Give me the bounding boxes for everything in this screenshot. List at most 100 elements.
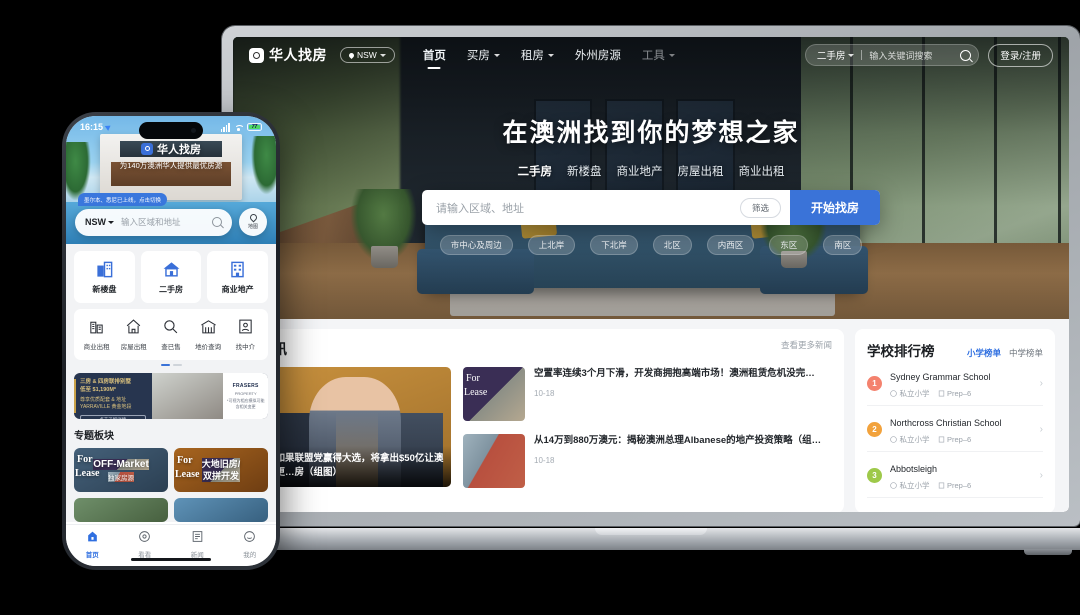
filter-button[interactable]: 筛选	[739, 197, 781, 218]
hero-tab-commercialrent[interactable]: 商业出租	[739, 163, 785, 179]
phone-device: 16:15 77 华人找房 为140万澳洲华人提供最优房源 墨尔本、悉尼已上线，…	[62, 112, 280, 570]
start-search-button[interactable]: 开始找房	[790, 190, 880, 225]
tab-profile[interactable]: 我的	[224, 529, 277, 562]
city-selector[interactable]: NSW	[340, 47, 395, 63]
news-item-date: 10-18	[534, 388, 555, 398]
hero-title: 在澳洲找到你的梦想之家	[502, 119, 800, 147]
topic-card-offmarket[interactable]: OFF-Market 独家房源	[74, 448, 168, 492]
news-more-link[interactable]: 查看更多新闻	[781, 339, 832, 351]
nav-link-rent[interactable]: 租房	[521, 47, 554, 63]
category-card-new-building[interactable]: 新楼盘	[74, 251, 135, 303]
school-name: Northcross Christian School	[890, 418, 1002, 428]
promo-brand-sub: PROPERTY	[234, 391, 257, 397]
hero-tab-secondhand[interactable]: 二手房	[518, 163, 553, 179]
quick-icon-office-rent[interactable]: 商业出租	[80, 317, 114, 354]
map-button[interactable]: 地图	[239, 208, 267, 236]
eye-icon	[119, 529, 172, 544]
search-input[interactable]: 输入关键词搜索	[869, 49, 953, 62]
region-chip[interactable]: 南区	[823, 235, 863, 255]
promo-cta-button[interactable]: 点击了解详情	[80, 414, 146, 419]
news-list-item[interactable]: 从14万到880万澳元：揭秘澳洲总理Albanese的地产投资策略（组… 10-…	[463, 434, 832, 495]
category-card-commercial[interactable]: 商业地产	[207, 251, 269, 303]
tab-home[interactable]: 首页	[66, 529, 119, 562]
topic-card-development[interactable]: 大地旧房/ 双拼开发	[174, 448, 268, 492]
featured-news-card[interactable]: ：如果联盟党赢得大选，将拿出$50亿让澳人更…房（组图）	[259, 367, 451, 487]
quick-icon-label: 查已售	[161, 344, 181, 351]
news-item-title: 空置率连续3个月下滑，开发商拥抱高端市场！澳洲租赁危机没完…	[534, 368, 815, 379]
hero-search-input[interactable]: 请输入区域、地址	[436, 200, 740, 216]
map-pin-icon	[248, 212, 258, 223]
region-chip[interactable]: 市中心及周边	[439, 235, 513, 255]
quick-icon-home-rent[interactable]: 房屋出租	[117, 317, 151, 354]
news-item-title: 从14万到880万澳元：揭秘澳洲总理Albanese的地产投资策略（组…	[534, 435, 822, 446]
phone-body: 新楼盘 二手房 商业地产 商业出租 房屋出租 查已售 地价查询 找中介 三房 &…	[66, 244, 276, 522]
topic-card-extra-1[interactable]	[74, 498, 168, 522]
news-list-item[interactable]: 空置率连续3个月下滑，开发商拥抱高端市场！澳洲租赁危机没完… 10-18	[463, 367, 832, 428]
region-chip[interactable]: 内西区	[706, 235, 755, 255]
search-icon[interactable]	[212, 217, 222, 227]
location-pin-icon	[347, 51, 356, 59]
commercial-icon	[207, 259, 268, 279]
news-list: 空置率连续3个月下滑，开发商拥抱高端市场！澳洲租赁危机没完… 10-18 从14…	[463, 367, 832, 501]
phone-search-input[interactable]: 输入区域和地址	[121, 216, 205, 228]
category-label: 商业地产	[221, 285, 254, 294]
home-rent-icon	[117, 317, 151, 336]
nav-link-interstate[interactable]: 外州房源	[575, 47, 621, 63]
featured-news-caption: ：如果联盟党赢得大选，将拿出$50亿让澳人更…房（组图）	[259, 446, 451, 487]
hero-tab-houserent[interactable]: 房屋出租	[678, 163, 724, 179]
status-indicators: 77	[220, 122, 262, 132]
chevron-right-icon: ›	[1039, 377, 1043, 389]
login-button[interactable]: 登录/注册	[988, 43, 1053, 67]
chevron-down-icon	[668, 53, 675, 57]
tab-secondary-school[interactable]: 中学榜单	[1009, 347, 1043, 359]
search-type-selector[interactable]: 二手房	[817, 48, 855, 62]
quick-icon-land-value[interactable]: 地价查询	[191, 317, 225, 354]
school-row[interactable]: 1 Sydney Grammar School 私立小学 Prep–6 ›	[867, 360, 1043, 406]
search-icon[interactable]	[960, 49, 972, 61]
city-label: NSW	[357, 50, 377, 60]
promo-banner[interactable]: 三房 & 四房联排别墅 低至 $1,190M* 尊享优质配套 & 地址 YARR…	[74, 373, 268, 419]
school-ranking-panel: 学校排行榜 小学榜单 中学榜单 1 Sydney Grammar School	[855, 329, 1055, 512]
chevron-down-icon	[848, 53, 855, 57]
topic-title: OFF-Market	[93, 458, 149, 470]
news-thumbnail	[463, 434, 525, 488]
phone-search-bar[interactable]: NSW 输入区域和地址	[75, 208, 232, 236]
map-label: 地图	[247, 224, 258, 230]
school-type-icon	[890, 390, 897, 397]
school-row[interactable]: 2 Northcross Christian School 私立小学 Prep–…	[867, 406, 1043, 452]
state-selector[interactable]: NSW	[85, 217, 114, 227]
chevron-down-icon	[493, 53, 500, 57]
home-icon	[66, 529, 119, 544]
region-chip[interactable]: 东区	[769, 235, 809, 255]
region-chip[interactable]: 北区	[652, 235, 692, 255]
screenshot-stage: 华人找房 NSW 首页 买房 租房 外州房源 工具 二手房 输入关键词搜索 登录…	[0, 0, 1080, 615]
hero-tab-commercial[interactable]: 商业地产	[617, 163, 663, 179]
tab-primary-school[interactable]: 小学榜单	[967, 347, 1001, 359]
laptop-notch	[595, 528, 707, 535]
nav-link-buy[interactable]: 买房	[467, 47, 500, 63]
brand-mark-icon	[249, 47, 264, 63]
city-switch-tooltip[interactable]: 墨尔本、悉尼已上线，点击切换	[78, 193, 168, 206]
rank-badge: 2	[867, 421, 882, 437]
region-chip[interactable]: 上北岸	[527, 235, 576, 255]
school-row[interactable]: 3 Abbotsleigh 私立小学 Prep–6 ›	[867, 452, 1043, 498]
nav-link-tools[interactable]: 工具	[642, 47, 675, 63]
brand-logo[interactable]: 华人找房	[249, 45, 327, 65]
nav-link-home[interactable]: 首页	[423, 47, 446, 63]
school-grade: Prep–6	[938, 480, 971, 491]
promo-line2: 低至 $1,190M*	[80, 387, 117, 394]
category-card-secondhand[interactable]: 二手房	[140, 251, 202, 303]
quick-icon-agent[interactable]: 找中介	[228, 317, 262, 354]
global-search[interactable]: 二手房 输入关键词搜索	[804, 44, 980, 66]
desktop-navbar: 华人找房 NSW 首页 买房 租房 外州房源 工具 二手房 输入关键词搜索 登录…	[233, 37, 1069, 73]
quick-icon-label: 商业出租	[83, 344, 110, 351]
topic-card-extra-2[interactable]	[174, 498, 268, 522]
topics-row: OFF-Market 独家房源 大地旧房/ 双拼开发	[74, 448, 268, 492]
new-building-icon	[74, 259, 135, 279]
hero-search-box: 请输入区域、地址 筛选 开始找房	[422, 190, 880, 225]
status-time: 16:15	[80, 122, 104, 132]
nav-label: 首页	[422, 50, 446, 62]
region-chip[interactable]: 下北岸	[590, 235, 638, 255]
quick-icon-sold[interactable]: 查已售	[154, 317, 188, 354]
hero-tab-newproject[interactable]: 新楼盘	[567, 163, 602, 179]
